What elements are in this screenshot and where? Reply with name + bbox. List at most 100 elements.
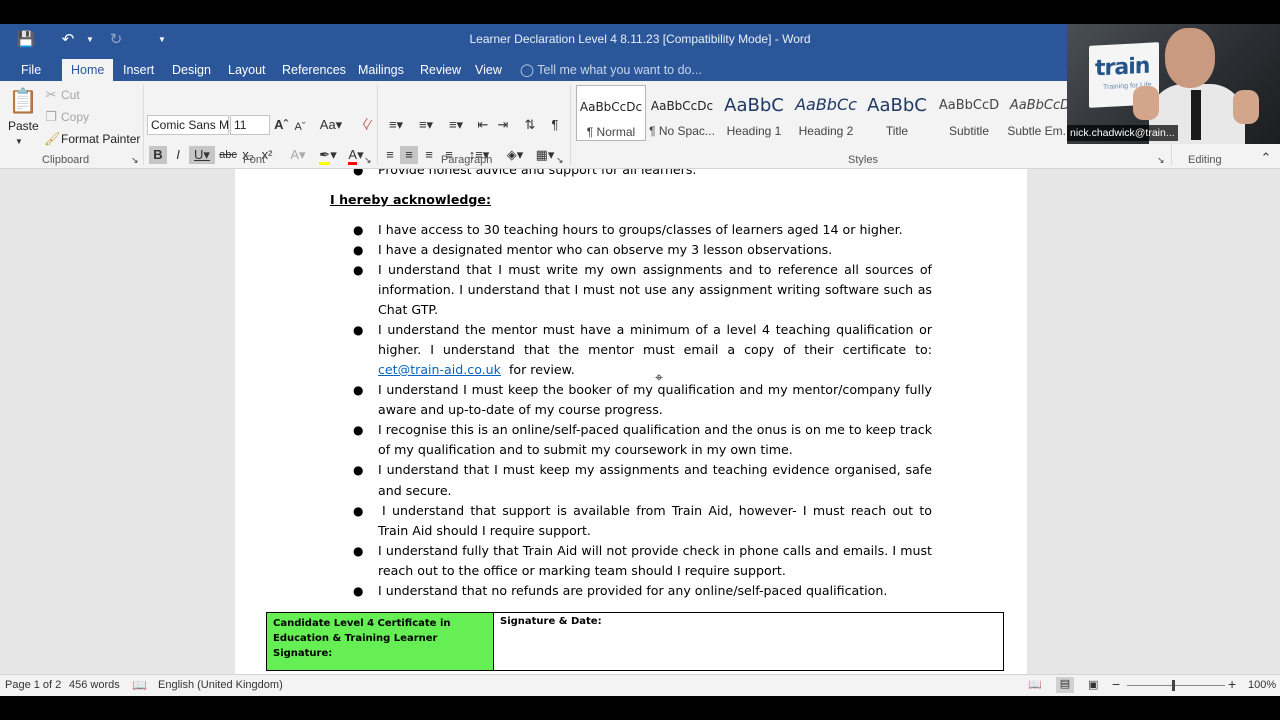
font-name-box[interactable]: Comic Sans M <box>147 115 229 135</box>
align-center-icon[interactable]: ≡ <box>400 146 418 164</box>
style-preview: AaBbCcDc <box>650 99 714 113</box>
tab-insert[interactable]: Insert <box>114 59 163 81</box>
page-count[interactable]: Page 1 of 2 <box>5 679 61 691</box>
underline-icon[interactable]: U▾ <box>189 146 215 164</box>
presenter-head <box>1165 28 1215 88</box>
style-heading-2[interactable]: AaBbCc Heading 2 <box>791 85 861 141</box>
document-page[interactable]: ● Provide honest advice and support for … <box>235 169 1027 674</box>
paste-dropdown-icon[interactable]: ▼ <box>15 133 23 151</box>
decrease-indent-icon[interactable]: ⇤ <box>474 116 492 134</box>
shrink-font-icon[interactable]: Aˇ <box>292 118 308 136</box>
doc-line: I have a designated mentor who can obser… <box>378 242 833 257</box>
zoom-level[interactable]: 100% <box>1248 679 1276 691</box>
doc-line: I understand that no refunds are provide… <box>378 583 888 598</box>
paste-button[interactable]: Paste <box>8 119 39 133</box>
font-size-value: 11 <box>234 118 247 132</box>
zoom-in-icon[interactable]: + <box>1228 676 1236 692</box>
language[interactable]: English (United Kingdom) <box>158 679 283 691</box>
collapse-ribbon-icon[interactable]: ⌃ <box>1258 149 1274 167</box>
clipboard-group-label: Clipboard <box>42 154 90 166</box>
style-subtle-emphasis[interactable]: AaBbCcD Subtle Em... <box>1005 85 1075 141</box>
change-case-icon[interactable]: Aa▾ <box>318 116 344 134</box>
style-preview: AaBbCcD <box>1009 98 1071 113</box>
doc-line: information. I understand that I must no… <box>378 282 932 297</box>
borders-icon[interactable]: ▦▾ <box>531 146 559 164</box>
bullet: ● <box>353 169 364 177</box>
tab-references[interactable]: References <box>273 59 355 81</box>
show-formatting-icon[interactable]: ¶ <box>546 116 564 134</box>
style-subtitle[interactable]: AaBbCcD Subtitle <box>934 85 1004 141</box>
doc-line: of my qualification and to submit my cou… <box>378 442 793 457</box>
zoom-slider-track[interactable] <box>1127 685 1225 686</box>
presenter-tie <box>1191 90 1201 140</box>
format-painter-button[interactable]: Format Painter <box>61 132 140 146</box>
bold-icon[interactable]: B <box>149 146 167 164</box>
zoom-slider-thumb[interactable] <box>1172 680 1175 691</box>
shading-icon[interactable]: ◈▾ <box>501 146 529 164</box>
email-link[interactable]: cet@train-aid.co.uk <box>378 362 501 377</box>
word-count[interactable]: 456 words <box>69 679 120 691</box>
read-mode-icon[interactable]: 📖 <box>1028 678 1042 691</box>
signature-label-line: Education & Training Learner Signature: <box>273 633 438 659</box>
tell-me-box[interactable]: ◯ Tell me what you want to do... <box>520 59 702 81</box>
tab-design[interactable]: Design <box>163 59 220 81</box>
zoom-out-icon[interactable]: − <box>1112 676 1120 692</box>
clear-formatting-icon[interactable]: 〈⁄ <box>354 116 372 134</box>
font-group-label: Font <box>243 154 266 166</box>
cut-button[interactable]: Cut <box>61 88 80 102</box>
font-size-box[interactable]: 11 <box>230 115 270 135</box>
tab-review[interactable]: Review <box>411 59 470 81</box>
style-preview: AaBbCcD <box>938 98 1000 113</box>
style-name: Heading 1 <box>726 124 782 138</box>
style-normal[interactable]: AaBbCcDc ¶ Normal <box>576 85 646 141</box>
web-layout-icon[interactable]: ▣ <box>1088 678 1098 691</box>
format-painter-icon: 🖌 <box>44 131 61 146</box>
doc-line: I understand that I must write my own as… <box>378 262 932 277</box>
style-preview: AaBbC <box>867 95 927 116</box>
numbering-icon[interactable]: ≡▾ <box>411 116 441 134</box>
align-left-icon[interactable]: ≡ <box>381 146 399 164</box>
group-separator <box>377 85 378 165</box>
bullet: ● <box>353 584 364 598</box>
clipboard-launcher-icon[interactable]: ↘ <box>131 151 139 169</box>
bullet: ● <box>353 383 364 397</box>
paste-icon[interactable]: 📋 <box>8 87 38 117</box>
italic-icon[interactable]: I <box>170 146 186 164</box>
acknowledge-heading: I hereby acknowledge: <box>330 192 491 207</box>
proofing-icon[interactable]: 📖 <box>132 678 147 692</box>
copy-button[interactable]: Copy <box>61 110 89 124</box>
font-launcher-icon[interactable]: ↘ <box>364 151 372 169</box>
status-bar: Page 1 of 2 456 words 📖 English (United … <box>0 674 1280 696</box>
scissors-icon: ✂ <box>45 87 57 102</box>
multilevel-list-icon[interactable]: ≡▾ <box>441 116 471 134</box>
style-name: ¶ Normal <box>586 125 636 139</box>
tab-mailings[interactable]: Mailings <box>349 59 413 81</box>
sort-icon[interactable]: ⇅ <box>521 116 539 134</box>
bullet: ● <box>353 544 364 558</box>
increase-indent-icon[interactable]: ⇥ <box>494 116 512 134</box>
style-no-spacing[interactable]: AaBbCcDc ¶ No Spac... <box>647 85 717 141</box>
bullets-icon[interactable]: ≡▾ <box>381 116 411 134</box>
strikethrough-icon[interactable]: abc <box>219 146 237 164</box>
doc-line: higher. I understand that the mentor mus… <box>378 342 932 357</box>
print-layout-icon[interactable]: ▤ <box>1056 677 1074 693</box>
presenter-hand <box>1133 86 1159 120</box>
styles-group-label: Styles <box>848 154 878 166</box>
style-title[interactable]: AaBbC Title <box>862 85 932 141</box>
signature-date-cell[interactable]: Signature & Date: <box>500 616 602 627</box>
bullet: ● <box>353 463 364 477</box>
style-heading-1[interactable]: AaBbC Heading 1 <box>719 85 789 141</box>
grow-font-icon[interactable]: Aˆ <box>272 116 290 134</box>
editing-group-label[interactable]: Editing <box>1188 154 1222 166</box>
tab-layout[interactable]: Layout <box>219 59 275 81</box>
doc-line: cet@train-aid.co.uk for review. <box>378 362 575 377</box>
tab-view[interactable]: View <box>466 59 511 81</box>
align-right-icon[interactable]: ≡ <box>420 146 438 164</box>
highlight-icon[interactable]: ✒▾ <box>314 146 342 165</box>
group-separator <box>570 85 571 165</box>
text-effects-icon[interactable]: A▾ <box>286 146 310 164</box>
tab-file[interactable]: File <box>12 59 50 81</box>
styles-launcher-icon[interactable]: ↘ <box>1157 151 1165 169</box>
paragraph-launcher-icon[interactable]: ↘ <box>556 151 564 169</box>
tab-home[interactable]: Home <box>62 59 114 81</box>
